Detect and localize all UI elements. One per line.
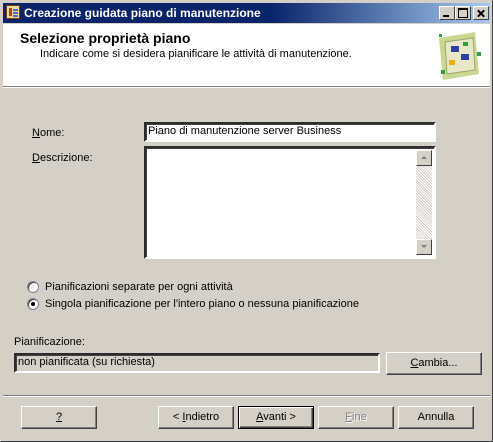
wizard-header: Selezione proprietà piano Indicare come … (3, 24, 490, 86)
radio-label: Pianificazioni separate per ogni attivit… (45, 281, 233, 293)
wizard-graphic-icon (435, 30, 483, 82)
name-field[interactable]: Piano di manutenzione server Business (144, 122, 436, 142)
header-separator (3, 86, 490, 88)
title-bar[interactable]: Creazione guidata piano di manutenzione (3, 3, 490, 23)
change-schedule-button[interactable]: Cambia... (386, 352, 482, 375)
schedule-label: Pianificazione: (14, 336, 85, 348)
finish-button[interactable]: Fine (318, 406, 394, 429)
wizard-app-icon (6, 5, 20, 19)
schedule-field: non pianificata (su richiesta) (14, 353, 380, 373)
scroll-up-icon[interactable] (416, 150, 432, 166)
radio-circle-icon[interactable] (27, 281, 39, 293)
name-label: Nome: (32, 127, 65, 139)
close-button[interactable] (473, 6, 489, 20)
scroll-down-icon[interactable] (416, 239, 432, 255)
page-subtitle: Indicare come si desidera pianificare le… (40, 48, 352, 60)
description-label: Descrizione: (32, 152, 93, 164)
radio-label: Singola pianificazione per l'intero pian… (45, 298, 359, 310)
wizard-window: Creazione guidata piano di manutenzione … (0, 0, 493, 442)
footer-separator (3, 395, 490, 397)
next-button[interactable]: Avanti > (238, 406, 314, 429)
radio-selected-icon[interactable] (27, 298, 39, 310)
minimize-button[interactable] (439, 6, 455, 20)
window-title: Creazione guidata piano di manutenzione (24, 6, 261, 20)
cancel-button[interactable]: Annulla (398, 406, 474, 429)
back-button[interactable]: < Indietro (158, 406, 234, 429)
page-title: Selezione proprietà piano (20, 30, 191, 46)
help-button[interactable]: ? (21, 406, 97, 429)
description-field[interactable] (144, 146, 436, 259)
maximize-button[interactable] (455, 6, 471, 20)
description-scrollbar[interactable] (416, 150, 432, 255)
